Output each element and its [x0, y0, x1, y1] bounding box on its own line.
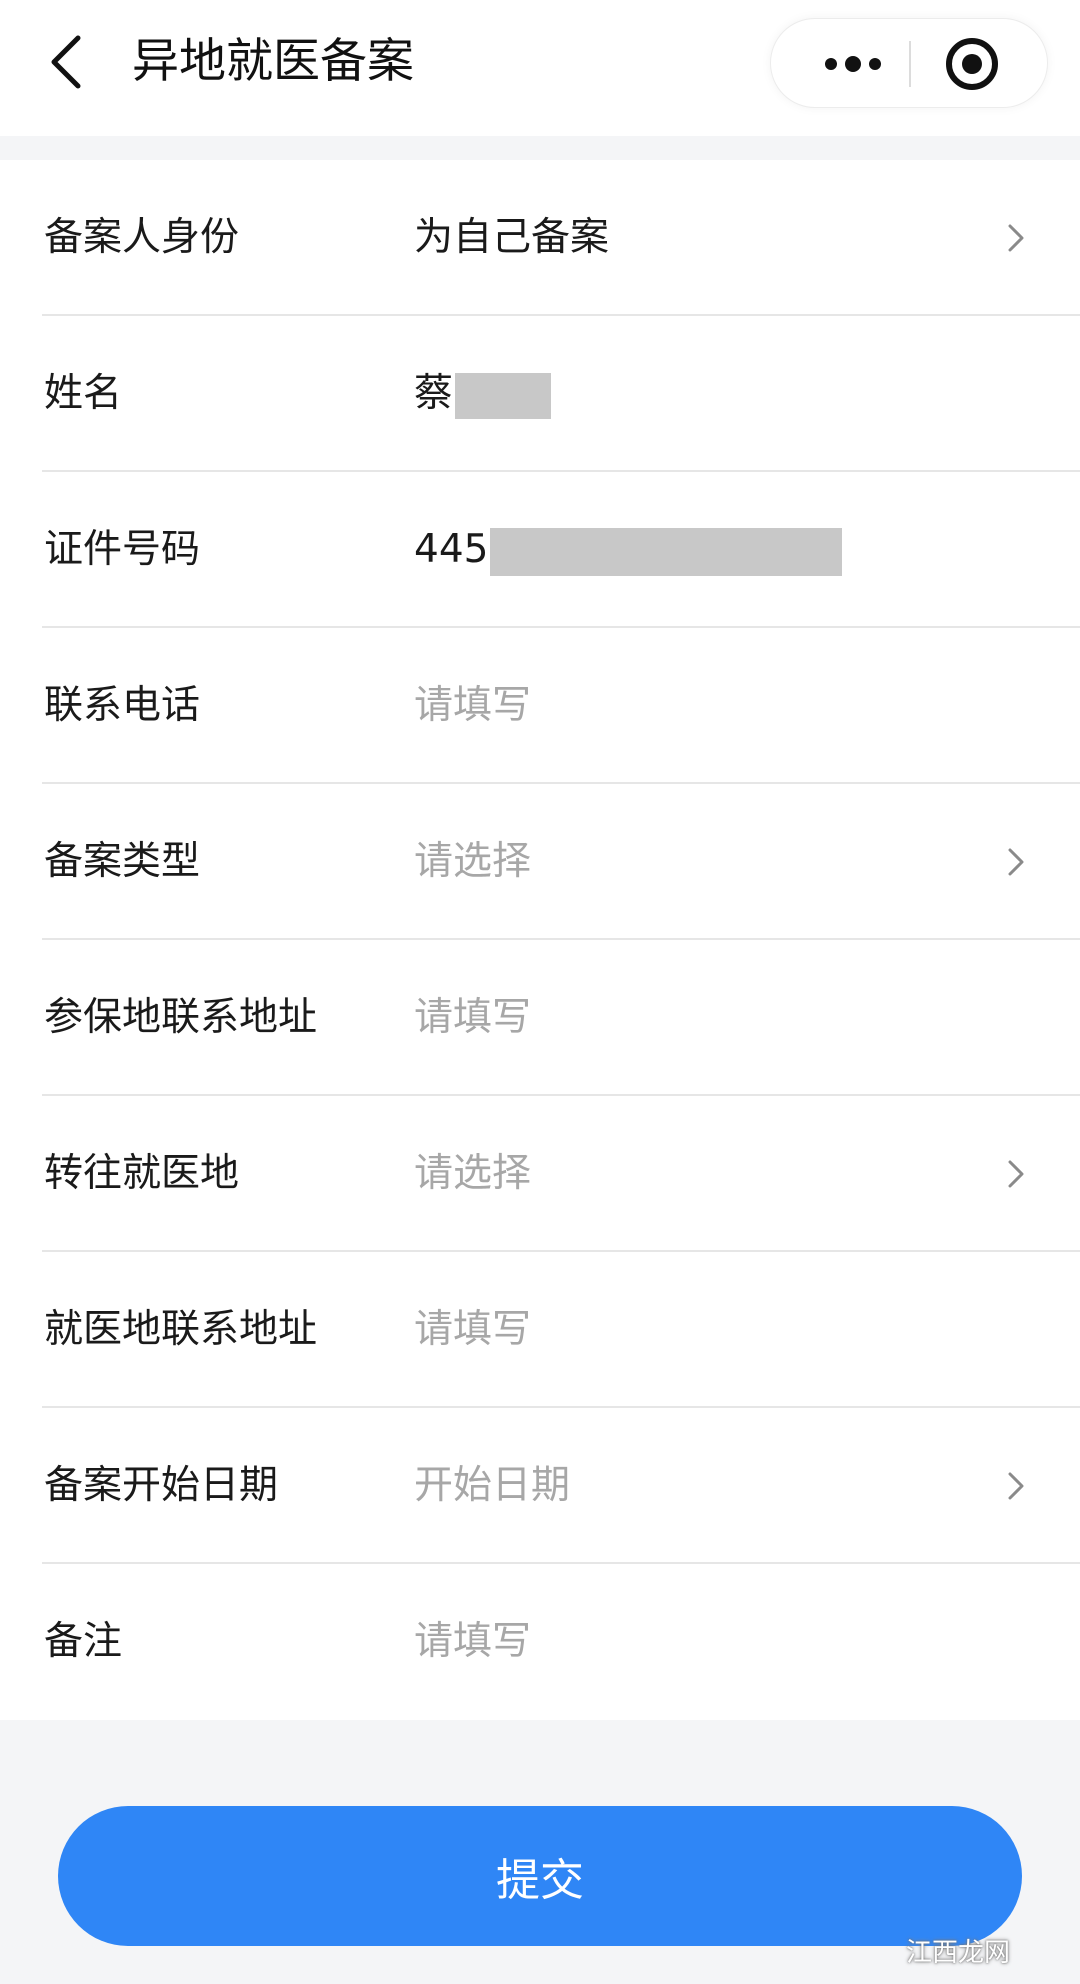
row-label: 转往就医地	[44, 1151, 240, 1196]
redaction-block	[490, 527, 843, 576]
miniprogram-capsule	[770, 18, 1048, 108]
row-label: 姓名	[44, 371, 123, 416]
site-watermark: 江西龙网	[906, 1938, 1011, 1968]
start-date-picker[interactable]: 开始日期	[414, 1408, 570, 1564]
id-number-field[interactable]: 445	[414, 472, 843, 628]
capsule-divider	[909, 41, 911, 87]
name-field[interactable]: 蔡	[414, 316, 552, 472]
more-dots-icon[interactable]	[797, 19, 907, 109]
insured-address-input[interactable]: 请填写	[414, 940, 531, 1096]
name-value: 蔡	[414, 371, 454, 416]
target-circle-icon[interactable]	[941, 33, 1003, 95]
page: 异地就医备案 备案人身份 为自己备案 姓名 蔡 证件号码 445 联系电话 请填…	[0, 0, 1080, 1984]
chevron-right-icon	[1008, 1160, 1024, 1188]
form-row-start-date[interactable]: 备案开始日期 开始日期	[0, 1408, 1080, 1564]
row-label: 备案开始日期	[44, 1463, 279, 1508]
row-label: 备案人身份	[44, 215, 240, 260]
destination-select[interactable]: 请选择	[414, 1096, 531, 1252]
form-row-identity[interactable]: 备案人身份 为自己备案	[0, 160, 1080, 316]
chevron-right-icon	[1008, 848, 1024, 876]
record-form: 备案人身份 为自己备案 姓名 蔡 证件号码 445 联系电话 请填写 备案类型 …	[0, 160, 1080, 1720]
phone-input[interactable]: 请填写	[414, 628, 531, 784]
form-row-remarks[interactable]: 备注 请填写	[0, 1564, 1080, 1720]
identity-select[interactable]: 为自己备案	[414, 160, 609, 316]
form-row-destination-address[interactable]: 就医地联系地址 请填写	[0, 1252, 1080, 1408]
row-label: 证件号码	[44, 527, 201, 572]
chevron-right-icon	[1008, 224, 1024, 252]
redaction-block	[455, 372, 552, 419]
chevron-left-icon[interactable]	[44, 34, 88, 90]
navbar: 异地就医备案	[0, 0, 1080, 136]
form-row-phone[interactable]: 联系电话 请填写	[0, 628, 1080, 784]
page-title: 异地就医备案	[132, 34, 414, 89]
row-label: 备注	[44, 1619, 123, 1664]
form-row-id-number[interactable]: 证件号码 445	[0, 472, 1080, 628]
record-type-select[interactable]: 请选择	[414, 784, 531, 940]
form-row-name[interactable]: 姓名 蔡	[0, 316, 1080, 472]
row-label: 备案类型	[44, 839, 201, 884]
submit-button[interactable]: 提交	[58, 1806, 1022, 1946]
row-label: 联系电话	[44, 683, 201, 728]
row-label: 参保地联系地址	[44, 995, 318, 1040]
remarks-input[interactable]: 请填写	[414, 1564, 531, 1720]
chevron-right-icon	[1008, 1472, 1024, 1500]
destination-address-input[interactable]: 请填写	[414, 1252, 531, 1408]
id-number-value: 445	[414, 527, 489, 572]
row-label: 就医地联系地址	[44, 1307, 318, 1352]
form-row-insured-address[interactable]: 参保地联系地址 请填写	[0, 940, 1080, 1096]
form-row-record-type[interactable]: 备案类型 请选择	[0, 784, 1080, 940]
form-row-destination[interactable]: 转往就医地 请选择	[0, 1096, 1080, 1252]
